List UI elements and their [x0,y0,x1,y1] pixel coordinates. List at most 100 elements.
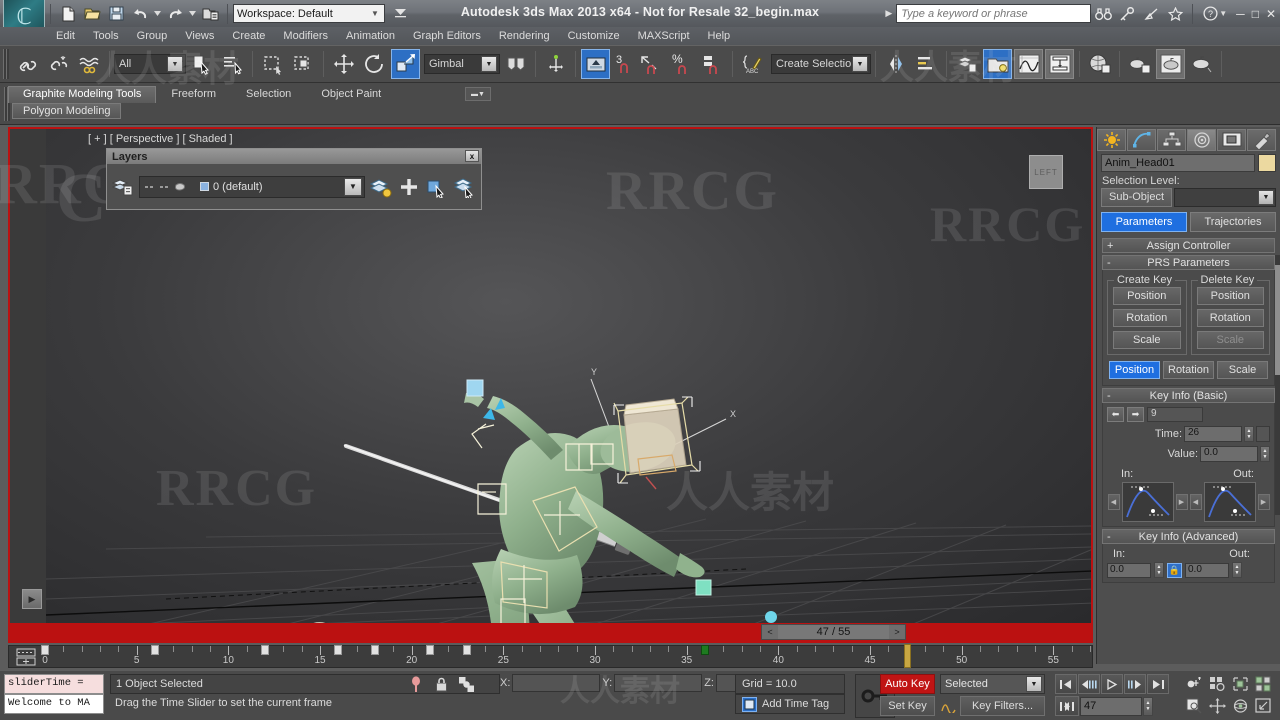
align-icon[interactable] [912,49,941,79]
window-crossing-icon[interactable] [289,49,318,79]
key-value-field[interactable]: 0.0 [1200,446,1258,462]
named-selection-sets-icon[interactable]: ABC [738,49,767,79]
view-cube[interactable]: LEFT [1029,155,1063,189]
hierarchy-tab-icon[interactable] [1157,129,1186,151]
tab-freeform[interactable]: Freeform [156,86,232,103]
set-key-button[interactable]: Set Key [880,696,935,716]
rollup-toggle-icon[interactable]: - [1107,257,1111,269]
scene-explorer-icon[interactable] [983,49,1012,79]
key-marker[interactable] [151,645,159,655]
help-icon[interactable]: ? [1199,3,1221,24]
sub-object-button[interactable]: Sub-Object [1101,188,1173,207]
key-time-field[interactable]: 26 [1184,426,1242,442]
add-selection-to-layer-icon[interactable] [397,175,421,199]
tab-graphite-modeling-tools[interactable]: Graphite Modeling Tools [8,86,157,103]
previous-frame-arrow[interactable]: < [762,625,778,639]
time-slider-bar[interactable]: < 47 / 55 > [10,623,1091,641]
time-slider-handle[interactable]: < 47 / 55 > [761,624,906,640]
maxscript-mini-listener[interactable]: sliderTime = Welcome to MA [4,674,104,714]
menu-create[interactable]: Create [223,29,274,43]
select-and-rotate-icon[interactable] [360,49,389,79]
time-ruler[interactable]: 0 5 10 15 20 25 30 35 40 45 50 55 [41,644,1091,668]
layers-dialog-titlebar[interactable]: Layers x [107,149,481,164]
binoculars-icon[interactable] [1092,3,1114,24]
named-selection-sets-combo[interactable]: Create Selection Set ▼ [771,54,871,74]
zoom-icon[interactable] [1207,674,1228,694]
key-index-field[interactable]: 9 [1147,407,1203,422]
next-frame-arrow[interactable]: > [889,625,905,639]
key-info-advanced-header[interactable]: - Key Info (Advanced) [1102,529,1275,544]
frame-spinner[interactable]: ▲ ▼ [1143,696,1153,716]
snaps-toggle-icon[interactable] [581,49,610,79]
select-and-move-icon[interactable] [329,49,358,79]
out-tangent-type-button[interactable] [1203,482,1256,522]
key-filter-selection-combo[interactable]: Selected ▼ [940,674,1045,694]
prs-scale-button[interactable]: Scale [1217,361,1268,379]
adaptive-degradation-icon[interactable] [742,696,757,712]
close-button[interactable]: ✕ [1266,7,1276,21]
value-spinner[interactable]: ▲ ▼ [1260,446,1270,462]
menu-customize[interactable]: Customize [559,29,629,43]
chevron-down-icon[interactable]: ▼ [1026,676,1042,692]
menu-views[interactable]: Views [176,29,223,43]
time-spinner[interactable]: ▲ ▼ [1244,426,1254,442]
prs-parameters-header[interactable]: - PRS Parameters [1102,255,1275,270]
go-to-end-icon[interactable] [1147,674,1169,694]
expand-viewport-icon[interactable]: ▶ [22,589,42,609]
mirror-icon[interactable] [881,49,910,79]
chevron-down-icon[interactable]: ▼ [1258,190,1274,205]
search-input[interactable] [896,4,1092,23]
key-marker[interactable] [41,645,49,655]
create-key-position-button[interactable]: Position [1113,287,1181,305]
key-info-basic-header[interactable]: - Key Info (Basic) [1102,388,1275,403]
utilities-tab-icon[interactable] [1247,129,1276,151]
x-field[interactable] [512,674,601,692]
delete-key-position-button[interactable]: Position [1196,287,1264,305]
layer-color-swatch[interactable] [200,182,209,191]
subscription-icon[interactable] [1140,3,1162,24]
title-overflow-icon[interactable]: ▶ [885,8,892,19]
perspective-viewport[interactable]: C RRCG RRCG 人人素材 人人素材 [46,129,1091,623]
menu-graph-editors[interactable]: Graph Editors [404,29,490,43]
key-filters-button[interactable]: Key Filters... [960,696,1045,716]
create-key-scale-button[interactable]: Scale [1113,331,1181,349]
render-setup-icon[interactable] [1125,49,1154,79]
chevron-down-icon[interactable]: ▼ [167,56,183,72]
set-current-layer-icon[interactable] [453,175,477,199]
command-panel-scrollbar[interactable] [1275,255,1280,515]
zoom-extents-icon[interactable] [1253,674,1274,694]
object-name-field[interactable] [1101,154,1255,172]
key-icon[interactable] [1116,3,1138,24]
add-time-tag-row[interactable]: Add Time Tag [735,694,845,714]
key-marker-selected[interactable] [701,645,709,655]
select-and-manipulate-icon[interactable] [541,49,570,79]
menu-tools[interactable]: Tools [84,29,128,43]
key-marker[interactable] [261,645,269,655]
advanced-in-field[interactable]: 0.0 [1107,562,1151,578]
favorites-star-icon[interactable] [1164,3,1186,24]
auto-key-button[interactable]: Auto Key [880,674,935,694]
chevron-down-icon[interactable]: ▼ [344,177,362,196]
create-new-layer-icon[interactable] [369,175,393,199]
viewport-label[interactable]: [ + ] [ Perspective ] [ Shaded ] [88,133,233,145]
toolbar-grip[interactable] [3,49,9,79]
angle-snap-toggle-icon[interactable]: 3 [612,49,634,79]
select-object-icon[interactable] [187,49,216,79]
previous-key-icon[interactable]: ⬅ [1107,407,1124,422]
orbit-icon[interactable] [1230,696,1251,716]
bind-to-space-warp-icon[interactable] [75,49,104,79]
key-marker[interactable] [426,645,434,655]
in-tangent-next-icon[interactable]: ▶ [1175,494,1188,510]
zoom-region-icon[interactable] [1184,696,1205,716]
menu-edit[interactable]: Edit [47,29,84,43]
in-tangent-prev-icon[interactable]: ◀ [1107,494,1120,510]
tab-object-paint[interactable]: Object Paint [306,86,397,103]
prs-rotation-button[interactable]: Rotation [1163,361,1214,379]
selection-filter-combo[interactable]: All ▼ [114,54,186,74]
use-pivot-point-center-icon[interactable] [501,49,530,79]
key-marker[interactable] [462,645,471,655]
delete-key-rotation-button[interactable]: Rotation [1196,309,1264,327]
object-color-swatch[interactable] [1258,154,1276,172]
next-key-icon[interactable]: ➡ [1127,407,1144,422]
y-field[interactable] [614,674,703,692]
